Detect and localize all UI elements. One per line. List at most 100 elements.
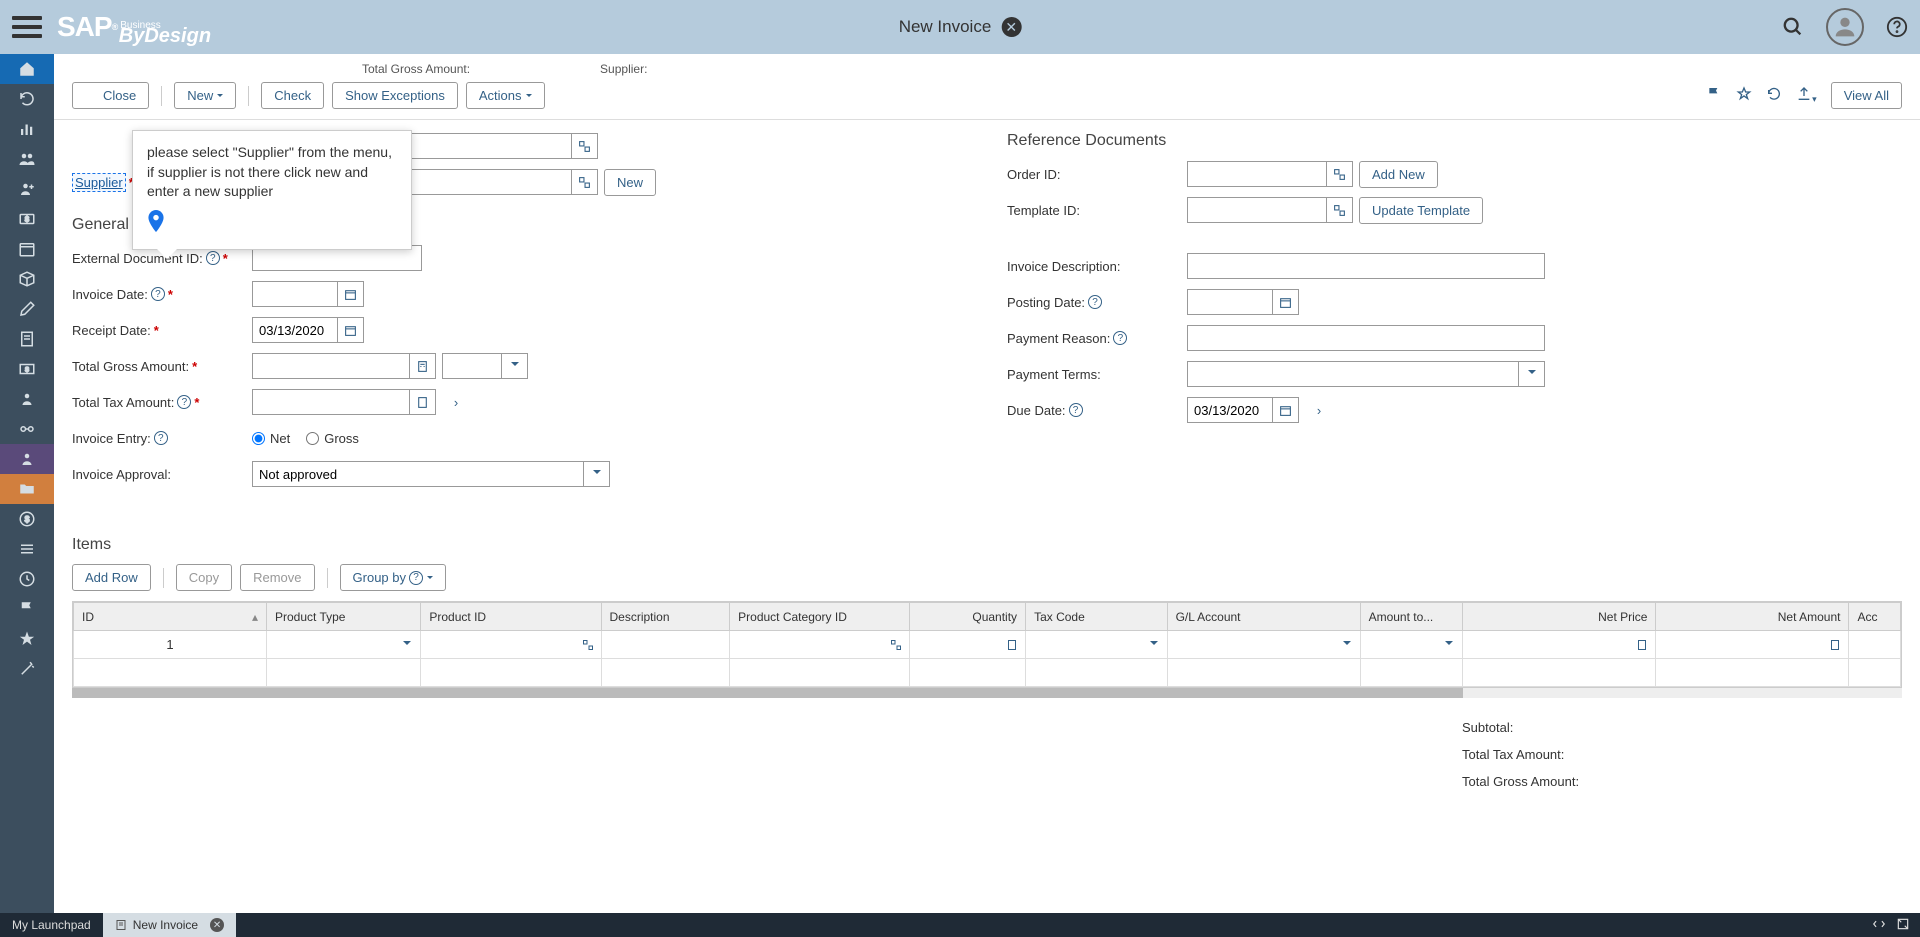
horizontal-scrollbar[interactable] [72,688,1902,698]
nav-finance[interactable]: $ [0,354,54,384]
nav-person2[interactable] [0,444,54,474]
flag-icon[interactable] [1706,86,1722,105]
copy-button[interactable]: Copy [176,564,232,591]
close-button[interactable]: Close [72,82,149,109]
currency-select[interactable] [442,353,502,379]
add-row-button[interactable]: Add Row [72,564,151,591]
calendar-icon[interactable] [1273,397,1299,423]
nav-people[interactable] [0,144,54,174]
net-amount-cell[interactable] [1658,634,1824,656]
chevron-down-icon[interactable] [1519,361,1545,387]
show-exceptions-button[interactable]: Show Exceptions [332,82,458,109]
invoice-desc-input[interactable] [1187,253,1545,279]
help-icon[interactable]: ? [151,287,165,301]
total-gross-input[interactable] [252,353,410,379]
nav-dollar[interactable]: $ [0,504,54,534]
help-icon[interactable]: ? [1069,403,1083,417]
chevron-down-icon[interactable] [1438,634,1460,656]
nav-clock[interactable] [0,564,54,594]
chevron-down-icon[interactable] [584,461,610,487]
close-page-icon[interactable]: ✕ [1001,17,1021,37]
tab-launchpad[interactable]: My Launchpad [0,913,103,937]
expand-icon[interactable] [1896,917,1910,934]
calendar-icon[interactable] [338,281,364,307]
update-template-button[interactable]: Update Template [1359,197,1483,224]
view-all-button[interactable]: View All [1831,82,1902,109]
supplier-label[interactable]: Supplier [72,173,126,192]
tab-new-invoice[interactable]: New Invoice ✕ [103,913,236,937]
nav-analytics[interactable] [0,114,54,144]
new-supplier-button[interactable]: New [604,169,656,196]
chevron-down-icon[interactable] [396,634,418,656]
calculator-icon[interactable] [1631,634,1653,656]
product-type-cell[interactable] [269,634,396,656]
table-row[interactable]: 1 [74,631,1901,659]
receipt-date-input[interactable] [252,317,338,343]
nav-link[interactable] [0,414,54,444]
nav-star[interactable] [0,624,54,654]
lookup-icon[interactable] [572,133,598,159]
payment-reason-input[interactable] [1187,325,1545,351]
due-date-input[interactable] [1187,397,1273,423]
help-icon[interactable] [1886,16,1908,38]
net-price-cell[interactable] [1465,634,1631,656]
lookup-icon[interactable] [577,634,599,656]
actions-button[interactable]: Actions [466,82,545,109]
expand-icon[interactable]: › [1307,398,1331,422]
calculator-icon[interactable] [410,353,436,379]
menu-toggle[interactable] [12,16,42,38]
expand-icon[interactable]: › [444,390,468,414]
nav-edit[interactable] [0,294,54,324]
help-icon[interactable]: ? [206,251,220,265]
payment-terms-select[interactable] [1187,361,1519,387]
template-id-input[interactable] [1187,197,1327,223]
nav-flag[interactable] [0,594,54,624]
help-icon[interactable]: ? [177,395,191,409]
nav-calendar[interactable] [0,234,54,264]
nav-receipt[interactable] [0,324,54,354]
nav-wand[interactable] [0,654,54,684]
new-button[interactable]: New [174,82,236,109]
group-by-button[interactable]: Group by ? [340,564,446,591]
lookup-icon[interactable] [1327,161,1353,187]
search-icon[interactable] [1782,16,1804,38]
star-icon[interactable] [1736,86,1752,105]
calculator-icon[interactable] [410,389,436,415]
calendar-icon[interactable] [338,317,364,343]
chevron-down-icon[interactable] [1336,634,1358,656]
nav-person-add[interactable] [0,174,54,204]
total-tax-input[interactable] [252,389,410,415]
close-tab-icon[interactable]: ✕ [210,918,224,932]
help-icon[interactable]: ? [154,431,168,445]
nav-money[interactable]: $ [0,204,54,234]
nav-refresh[interactable] [0,84,54,114]
entry-net-radio[interactable]: Net [252,431,290,446]
help-icon[interactable]: ? [1113,331,1127,345]
collapse-icon[interactable] [1872,917,1886,934]
lookup-icon[interactable] [1327,197,1353,223]
lookup-icon[interactable] [885,634,907,656]
refresh-icon[interactable] [1766,86,1782,105]
remove-button[interactable]: Remove [240,564,314,591]
add-new-button[interactable]: Add New [1359,161,1438,188]
check-button[interactable]: Check [261,82,324,109]
invoice-date-input[interactable] [252,281,338,307]
nav-list[interactable] [0,534,54,564]
entry-gross-radio[interactable]: Gross [306,431,359,446]
amount-to-cell[interactable] [1363,634,1439,656]
nav-person[interactable] [0,384,54,414]
export-icon[interactable]: ▾ [1796,86,1817,105]
calculator-icon[interactable] [1001,634,1023,656]
chevron-down-icon[interactable] [1143,634,1165,656]
tax-code-cell[interactable] [1028,634,1143,656]
product-cat-cell[interactable] [732,634,885,656]
calendar-icon[interactable] [1273,289,1299,315]
calculator-icon[interactable] [1824,634,1846,656]
description-cell[interactable] [604,634,728,656]
chevron-down-icon[interactable] [502,353,528,379]
user-avatar[interactable] [1826,8,1864,46]
lookup-icon[interactable] [572,169,598,195]
order-id-input[interactable] [1187,161,1327,187]
nav-box[interactable] [0,264,54,294]
help-icon[interactable]: ? [1088,295,1102,309]
